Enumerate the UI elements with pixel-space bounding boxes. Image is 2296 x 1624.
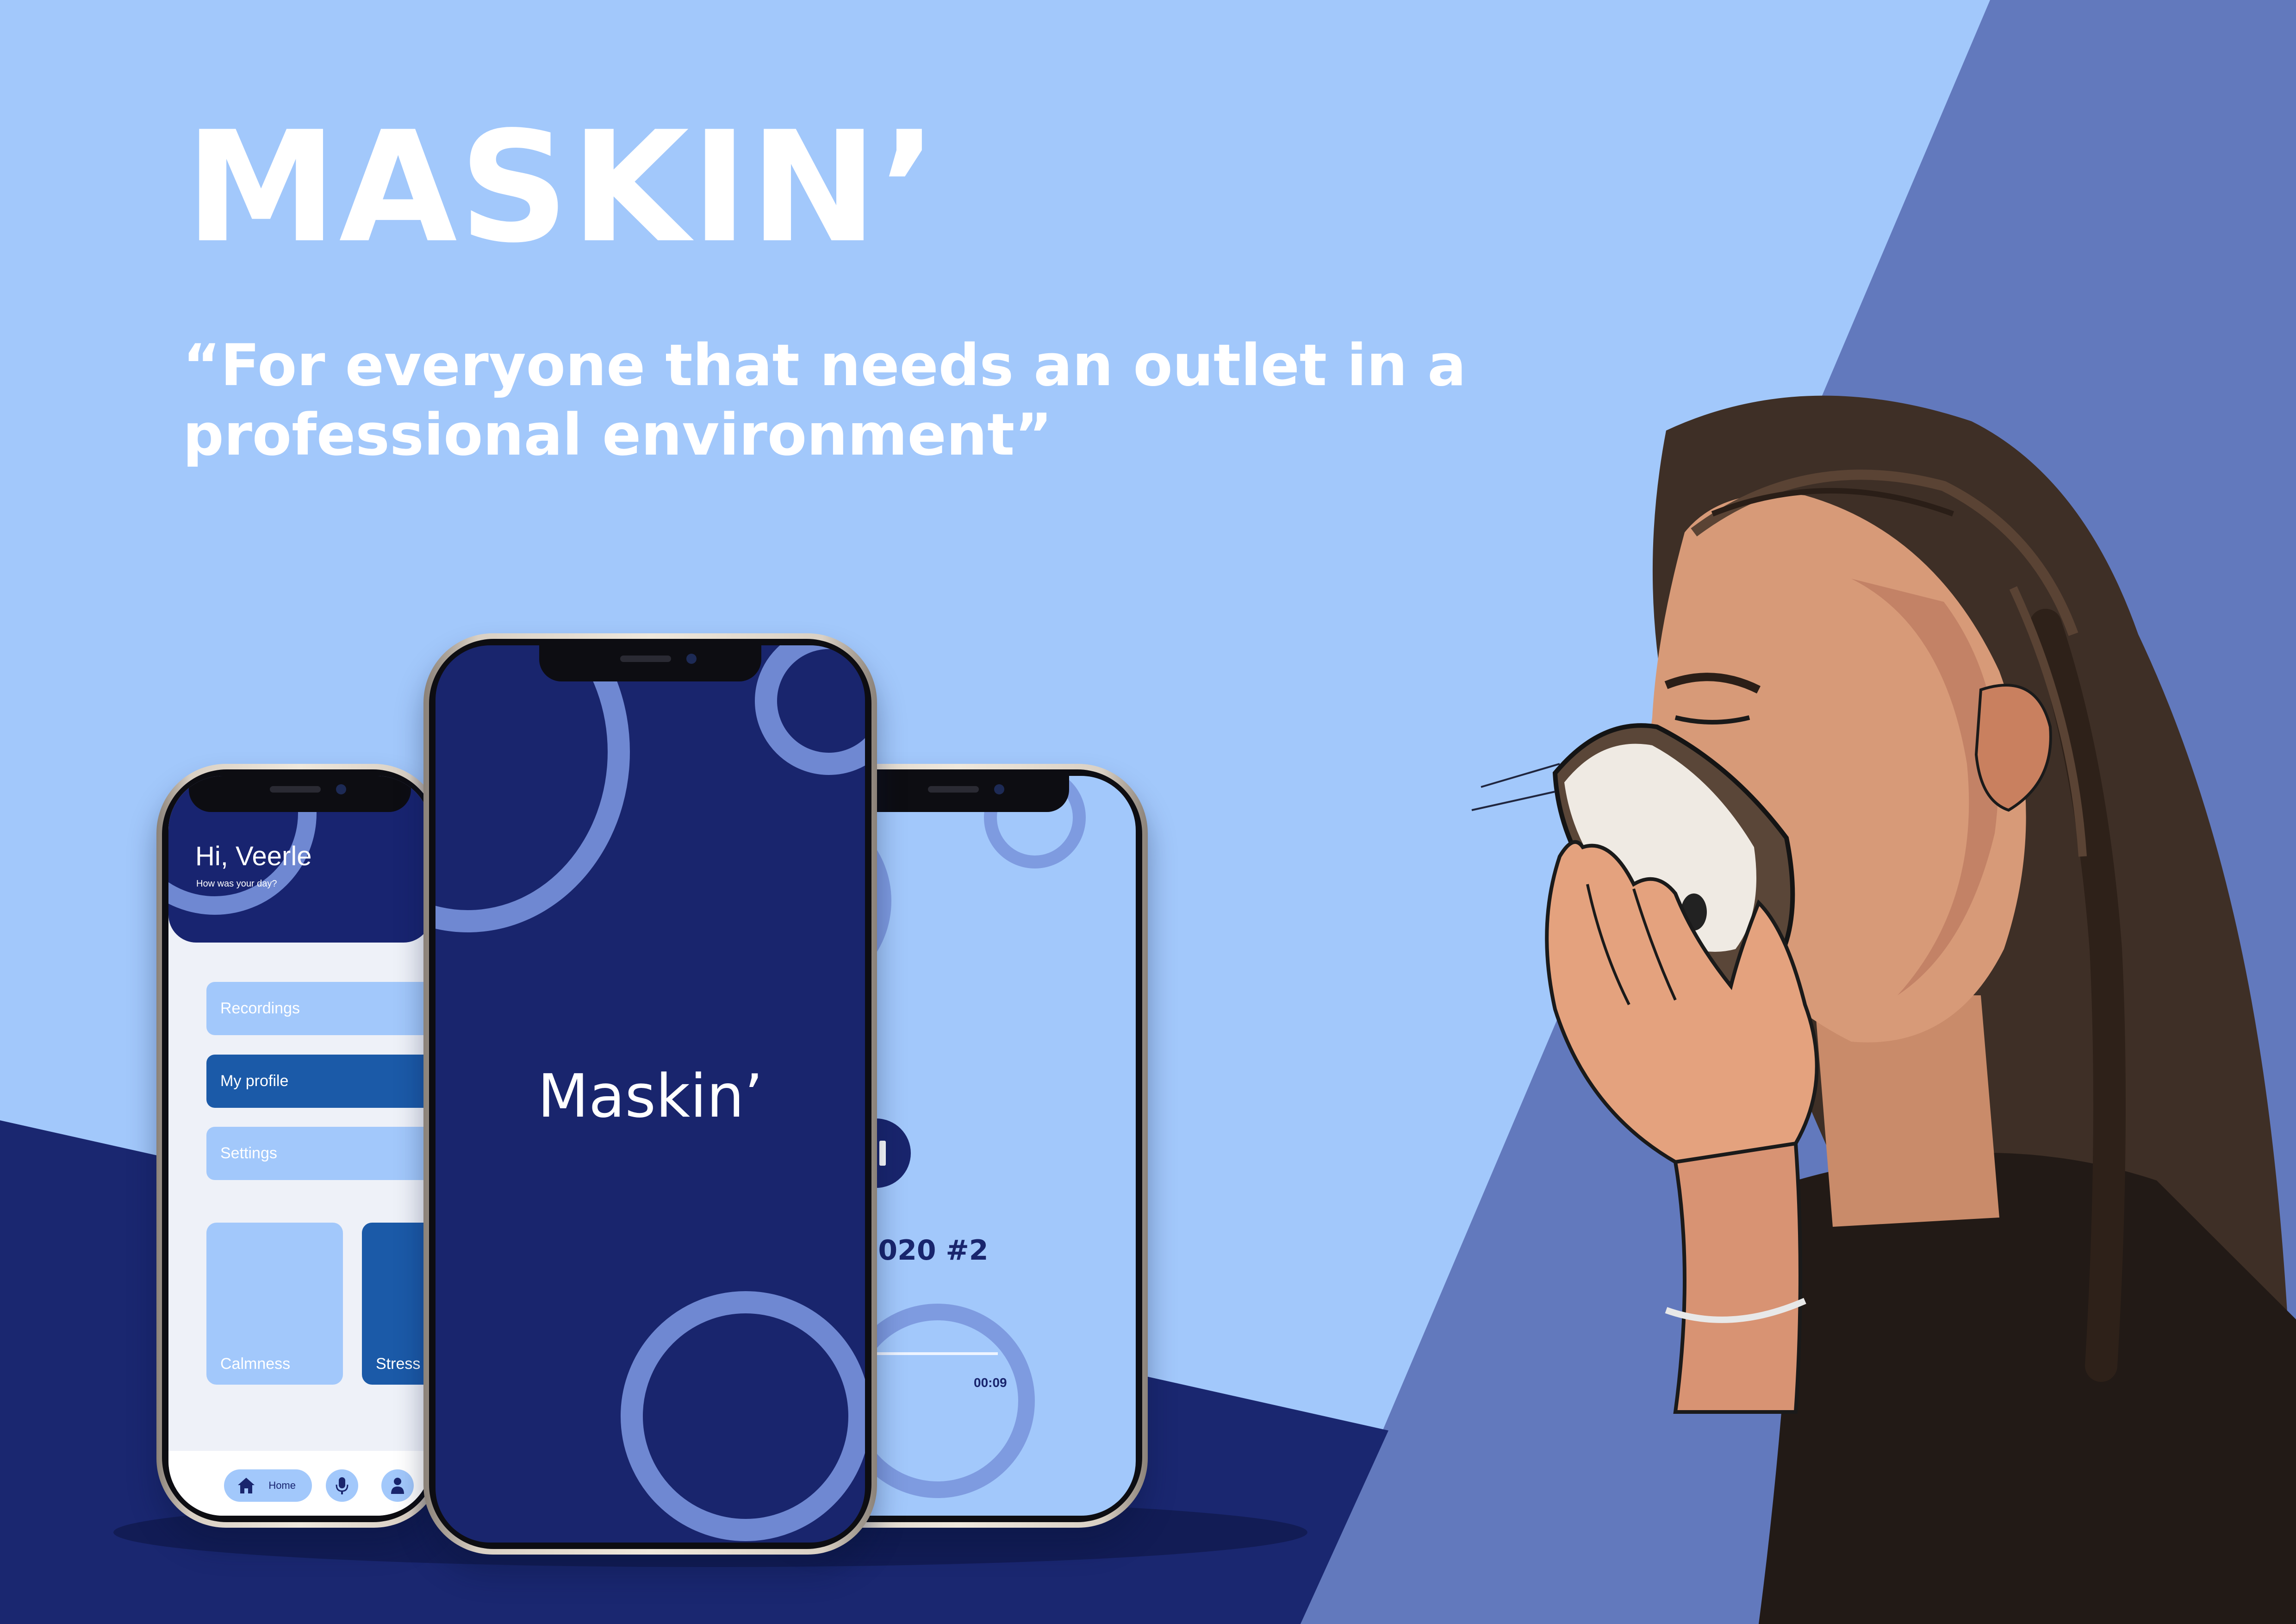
woman-with-mask-illustration — [1471, 395, 2296, 1624]
greeting-subtitle: How was your day? — [196, 879, 277, 889]
nav-home-button[interactable]: Home — [224, 1469, 312, 1502]
home-icon — [238, 1478, 255, 1493]
nav-home-label: Home — [268, 1480, 296, 1491]
microphone-icon — [336, 1477, 348, 1494]
home-screen: Hi, Veerle How was your day? Recordings … — [168, 776, 431, 1516]
decor-ring — [436, 645, 630, 932]
app-title: MASKIN’ — [185, 99, 940, 276]
profile-icon — [391, 1478, 404, 1494]
nav-record-button[interactable] — [326, 1469, 358, 1502]
recordings-button[interactable]: Recordings — [206, 982, 431, 1035]
splash-screen: Maskin’ — [436, 645, 865, 1543]
stress-card-label: Stress r — [376, 1355, 430, 1373]
bottom-nav: Home — [168, 1451, 431, 1516]
phone-splash: Maskin’ — [423, 633, 877, 1555]
decor-ring — [755, 645, 865, 775]
decor-ring — [621, 1291, 865, 1541]
nav-profile-button[interactable] — [381, 1469, 414, 1502]
tagline: “For everyone that needs an outlet in a … — [183, 332, 1466, 468]
my-profile-button[interactable]: My profile — [206, 1055, 431, 1108]
stress-card[interactable]: Stress r — [362, 1223, 431, 1385]
greeting: Hi, Veerle — [195, 841, 312, 871]
splash-app-name: Maskin’ — [537, 1062, 763, 1131]
calmness-card-label: Calmness — [220, 1355, 291, 1373]
calmness-card[interactable]: Calmness — [206, 1223, 343, 1385]
elapsed-time: 00:09 — [974, 1375, 1007, 1390]
phone-home: Hi, Veerle How was your day? Recordings … — [156, 764, 443, 1528]
settings-button[interactable]: Settings — [206, 1127, 431, 1180]
